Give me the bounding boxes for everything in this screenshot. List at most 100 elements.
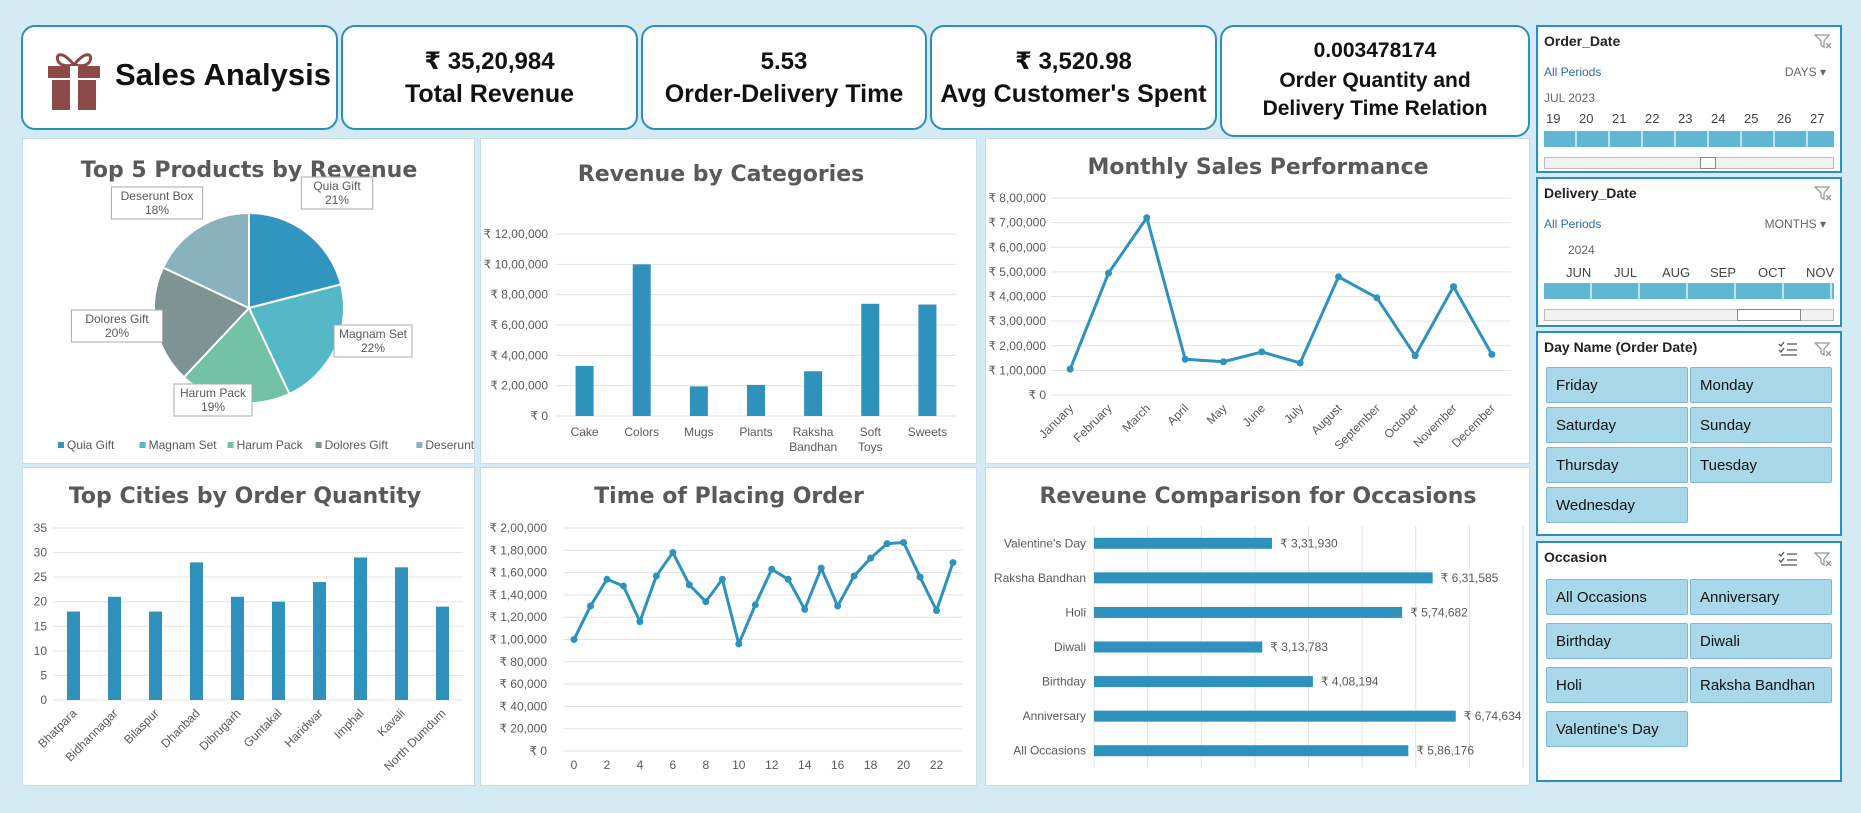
bar [1094,745,1409,757]
timeline-group-label: 2024 [1568,243,1595,257]
time-unit-label: MONTHS [1764,217,1817,231]
y-tick-label: 35 [34,521,48,535]
legend-swatch [227,442,234,448]
x-tick-label: 8 [702,758,709,772]
x-tick-label: July [1281,401,1306,426]
data-label-category: Deserunt Box [121,189,194,203]
timeline-scrollbar[interactable] [1544,157,1834,169]
slicer-item-button[interactable]: Anniversary [1690,579,1832,615]
data-point [1450,283,1457,291]
kpi-order-delivery-time: 5.53 Order-Delivery Time [641,25,927,130]
time-unit-dropdown[interactable]: MONTHS ▾ [1765,217,1826,231]
x-tick-label: March [1119,401,1152,434]
delivery-date-slicer[interactable]: Delivery_Date All Periods MONTHS ▾ 2024 … [1536,177,1842,327]
period-selector[interactable]: All Periods [1544,65,1601,79]
bar [354,557,367,700]
bar [67,611,80,700]
timeline-scrollbar[interactable] [1544,309,1834,321]
kpi-label: Avg Customer's Spent [940,80,1207,108]
slicer-item-button[interactable]: Holi [1546,667,1688,703]
x-tick-label: Toys [858,440,883,454]
legend-label: Dolores Gift [325,438,389,452]
timeline-tick[interactable]: NOV [1806,265,1834,280]
multi-select-icon[interactable] [1778,551,1798,567]
timeline-tick[interactable]: JUN [1566,265,1591,280]
timeline-tick[interactable]: JUL [1614,265,1637,280]
cities-chart-panel: Top Cities by Order Quantity 0 5 10 15 20 25 30… [22,467,475,786]
slicer-item-button[interactable]: Saturday [1546,407,1688,443]
y-tick-label: ₹ 7,00,000 [988,216,1046,230]
clear-filter-icon[interactable] [1814,185,1832,201]
slicer-item-button[interactable]: Monday [1690,367,1832,403]
bar [1094,641,1263,653]
slicer-item-button[interactable]: Thursday [1546,447,1688,483]
data-label: ₹ 3,13,783 [1270,640,1328,654]
kpi-value: ₹ 35,20,984 [424,48,555,75]
timeline-tick[interactable]: 23 [1678,111,1692,126]
slicer-item-button[interactable]: Raksha Bandhan [1690,667,1832,703]
bar [1094,606,1403,618]
bar [804,371,823,416]
data-point [949,559,957,567]
bar [689,386,708,416]
slicer-item-button[interactable]: Wednesday [1546,487,1688,523]
slicer-item-button[interactable]: Diwali [1690,623,1832,659]
timeline-tick[interactable]: 21 [1612,111,1626,126]
slicer-item-button[interactable]: Valentine's Day [1546,711,1688,747]
bar [231,596,244,700]
clear-filter-icon[interactable] [1814,341,1832,357]
timeline-tick[interactable]: AUG [1662,265,1690,280]
data-point [669,549,677,557]
data-label: ₹ 5,74,682 [1410,605,1468,619]
data-label-category: Quia Gift [313,179,361,193]
timeline-tick[interactable]: 26 [1777,111,1791,126]
y-tick-label: ₹ 4,00,000 [988,290,1046,304]
timeline-tick[interactable]: SEP [1710,265,1736,280]
scroll-thumb[interactable] [1737,309,1801,321]
slicer-item-button[interactable]: Friday [1546,367,1688,403]
slicer-title: Delivery_Date [1544,185,1637,201]
slicer-item-button[interactable]: Birthday [1546,623,1688,659]
occasion-slicer[interactable]: Occasion All Occasions Anniversary Birthda… [1536,541,1842,782]
period-selector[interactable]: All Periods [1544,217,1601,231]
x-tick-label: April [1164,401,1191,428]
timeline-tick[interactable]: 27 [1810,111,1824,126]
timeline-tick[interactable]: OCT [1758,265,1785,280]
y-tick-label: ₹ 12,00,000 [484,227,549,241]
timeline-bar[interactable] [1544,283,1834,299]
x-tick-label: May [1204,401,1230,427]
x-tick-label: Soft [860,425,882,439]
slicer-item-button[interactable]: All Occasions [1546,579,1688,615]
y-tick-label: ₹ 80,000 [499,655,547,669]
day-name-slicer[interactable]: Day Name (Order Date) Friday Monday Saturd… [1536,331,1842,536]
scroll-thumb[interactable] [1700,157,1716,169]
y-tick-label: ₹ 0 [530,409,548,423]
bar [395,567,408,700]
timeline-tick[interactable]: 24 [1711,111,1725,126]
bar [575,365,594,416]
clear-filter-icon[interactable] [1814,33,1832,49]
bar [1094,710,1456,722]
time-unit-dropdown[interactable]: DAYS ▾ [1785,65,1826,79]
timeline-tick[interactable]: 20 [1579,111,1593,126]
x-tick-label: Kavali [375,706,408,739]
timeline-tick[interactable]: 19 [1546,111,1560,126]
y-tick-label: Diwali [1054,640,1086,654]
timeline-tick[interactable]: 22 [1645,111,1659,126]
y-tick-label: 15 [34,619,48,633]
slicer-item-button[interactable]: Sunday [1690,407,1832,443]
data-label: ₹ 4,08,194 [1321,675,1379,689]
timeline-tick[interactable]: 25 [1744,111,1758,126]
multi-select-icon[interactable] [1778,341,1798,357]
slicer-item-button[interactable]: Tuesday [1690,447,1832,483]
order-date-slicer[interactable]: Order_Date All Periods DAYS ▾ JUL 2023 1… [1536,25,1842,173]
data-point [883,540,891,548]
x-tick-label: August [1308,401,1345,438]
y-tick-label: ₹ 3,00,000 [988,314,1046,328]
timeline-bar[interactable] [1544,131,1834,147]
data-point [850,572,858,580]
y-tick-label: ₹ 10,00,000 [484,257,549,271]
data-label: ₹ 6,31,585 [1441,571,1499,585]
clear-filter-icon[interactable] [1814,551,1832,567]
chart-title: Time of Placing Order [594,484,864,509]
